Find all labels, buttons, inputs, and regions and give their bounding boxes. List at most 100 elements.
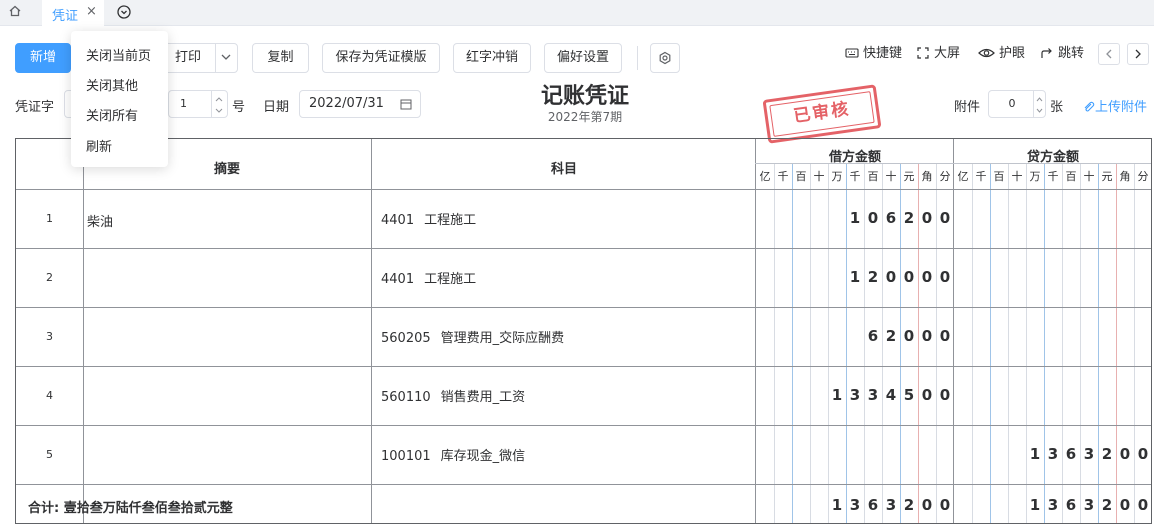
date-input[interactable]: 2022/07/31 (299, 90, 421, 118)
subject-code: 4401 (381, 213, 415, 228)
unit-divider (990, 163, 991, 523)
unit-divider (774, 163, 775, 523)
table-row[interactable] (16, 189, 17, 190)
attachment-count-value: 0 (1008, 97, 1016, 110)
debit-unit-label: 元 (903, 170, 915, 183)
tab-voucher[interactable]: 凭证 × (42, 0, 104, 26)
row-divider (16, 425, 1151, 426)
home-icon[interactable] (8, 4, 30, 22)
debit-digit: 2 (867, 268, 879, 286)
row-number: 2 (46, 271, 53, 284)
credit-unit-label: 分 (1137, 170, 1149, 183)
unit-divider (1008, 163, 1009, 523)
tab-voucher-label: 凭证 (52, 9, 79, 24)
total-credit-digit: 0 (1137, 496, 1149, 514)
date-label: 日期 (263, 100, 290, 115)
debit-digit: 0 (939, 386, 951, 404)
subject-name: 工程施工 (424, 213, 477, 228)
column-divider (83, 139, 84, 523)
row-number: 1 (46, 212, 53, 225)
debit-digit: 0 (867, 209, 879, 227)
total-debit-digit: 6 (867, 496, 879, 514)
credit-unit-label: 万 (1029, 170, 1041, 183)
credit-unit-label: 百 (1065, 170, 1077, 183)
eye-care-link[interactable]: 护眼 (978, 44, 1025, 64)
red-reverse-button[interactable]: 红字冲销 (453, 43, 531, 73)
chevron-down-circle-icon[interactable] (116, 4, 134, 22)
context-menu-item[interactable]: 关闭其他 (86, 75, 138, 94)
total-credit-digit: 0 (1119, 496, 1131, 514)
row-subject[interactable]: 560110 销售费用_工资 (381, 386, 525, 405)
date-value: 2022/07/31 (309, 96, 384, 111)
row-subject[interactable]: 560205 管理费用_交际应酬费 (381, 327, 564, 346)
next-button[interactable] (1127, 43, 1149, 65)
shortcuts-link[interactable]: 快捷键 (845, 44, 902, 64)
big-screen-link[interactable]: 大屏 (916, 44, 960, 64)
row-subject[interactable]: 100101 库存现金_微信 (381, 445, 525, 464)
debit-unit-label: 十 (813, 170, 825, 183)
share-icon (1041, 48, 1052, 58)
row-divider (16, 307, 1151, 308)
save-template-button[interactable]: 保存为凭证模版 (322, 43, 440, 73)
table-row[interactable] (16, 425, 17, 426)
table-row[interactable] (16, 307, 17, 308)
settings-button[interactable] (650, 43, 680, 73)
debit-unit-label: 十 (885, 170, 897, 183)
row-subject[interactable]: 4401 工程施工 (381, 209, 476, 228)
debit-digit: 0 (939, 268, 951, 286)
credit-digit: 3 (1047, 445, 1059, 463)
subject-code: 4401 (381, 272, 415, 287)
context-menu-item[interactable]: 关闭当前页 (86, 45, 151, 64)
total-credit-digit: 3 (1047, 496, 1059, 514)
chevron-down-icon[interactable] (217, 45, 235, 80)
debit-digit: 0 (921, 386, 933, 404)
credit-digit: 6 (1065, 445, 1077, 463)
upload-attachment-link[interactable]: 上传附件 (1082, 96, 1147, 115)
prev-button[interactable] (1098, 43, 1120, 65)
eye-care-label: 护眼 (999, 46, 1026, 61)
debit-digit: 2 (903, 209, 915, 227)
close-icon[interactable]: × (86, 4, 97, 19)
stepper-down-icon[interactable] (213, 105, 225, 120)
approved-stamp: 已审核 (762, 84, 882, 144)
credit-unit-label: 百 (993, 170, 1005, 183)
preferences-button[interactable]: 偏好设置 (544, 43, 622, 73)
attachment-label: 附件 (954, 100, 981, 115)
copy-button[interactable]: 复制 (252, 43, 309, 73)
unit-divider (972, 163, 973, 523)
subject-header: 科目 (550, 162, 577, 177)
debit-digit: 6 (885, 209, 897, 227)
attachment-count-input[interactable]: 0 (988, 90, 1046, 118)
debit-digit: 0 (921, 268, 933, 286)
context-menu-item[interactable]: 刷新 (86, 136, 112, 155)
total-label: 合计: 壹拾叁万陆仟叁佰叁拾贰元整 (28, 501, 233, 516)
credit-digit: 0 (1137, 445, 1149, 463)
debit-digit: 3 (867, 386, 879, 404)
debit-digit: 0 (939, 327, 951, 345)
row-subject[interactable]: 4401 工程施工 (381, 268, 476, 287)
voucher-table: 摘要 科目 借方金额 贷方金额 亿亿千千百百十十万万千千百百十十元元角角分分 1… (15, 138, 1152, 524)
table-row[interactable] (16, 248, 17, 249)
voucher-number-suffix: 号 (232, 100, 246, 115)
toolbar-divider (637, 46, 638, 70)
debit-digit: 2 (885, 327, 897, 345)
jump-link[interactable]: 跳转 (1040, 44, 1084, 64)
unit-divider (810, 163, 811, 523)
print-button[interactable]: 打印 (161, 44, 215, 72)
row-number: 3 (46, 330, 53, 343)
debit-unit-label: 百 (867, 170, 879, 183)
row-summary[interactable]: 柴油 (87, 211, 113, 230)
header-bottom (16, 189, 1151, 190)
total-debit-digit: 2 (903, 496, 915, 514)
jump-label: 跳转 (1058, 46, 1085, 61)
keyboard-icon (845, 48, 859, 58)
table-row[interactable] (16, 366, 17, 367)
row-divider (16, 484, 1151, 485)
add-button[interactable]: 新增 (15, 43, 71, 73)
credit-unit-label: 千 (975, 170, 987, 183)
debit-digit: 1 (849, 268, 861, 286)
stepper-down-icon[interactable] (1034, 105, 1045, 120)
voucher-number-input[interactable]: 1 (168, 90, 228, 118)
chevron-right-icon (1135, 49, 1141, 59)
context-menu-item[interactable]: 关闭所有 (86, 105, 138, 124)
